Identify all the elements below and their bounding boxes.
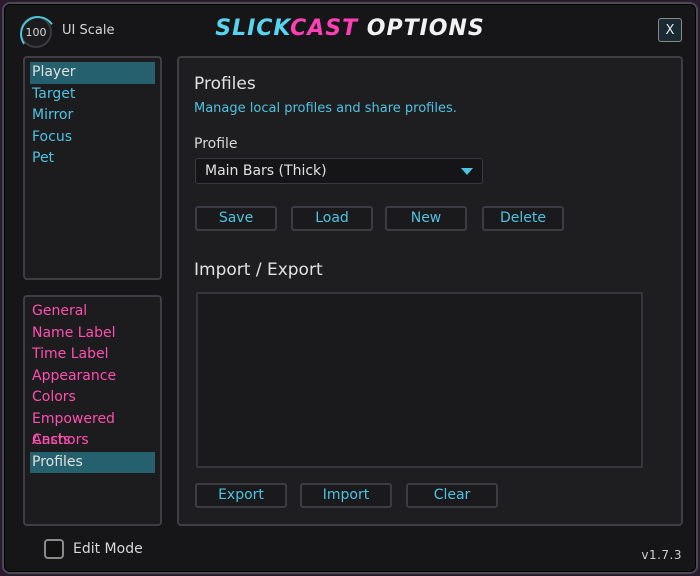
section-item-colors[interactable]: Colors — [30, 387, 155, 409]
section-item-empowered-casts[interactable]: Empowered Casts — [30, 409, 155, 448]
section-item-name-label[interactable]: Name Label — [30, 323, 155, 345]
edit-mode-checkbox[interactable] — [44, 539, 64, 559]
title-cast: CAST — [290, 16, 359, 41]
load-button[interactable]: Load — [291, 206, 373, 231]
edit-mode-toggle[interactable]: Edit Mode — [44, 539, 143, 559]
profile-selected-value: Main Bars (Thick) — [205, 163, 327, 179]
export-button[interactable]: Export — [195, 483, 287, 508]
profiles-description: Manage local profiles and share profiles… — [194, 101, 457, 116]
import-export-textarea[interactable] — [196, 292, 643, 468]
unit-item-mirror[interactable]: Mirror — [30, 105, 155, 127]
section-item-general[interactable]: General — [30, 301, 155, 323]
options-window: 100 UI Scale SLICKCAST OPTIONS X Player … — [2, 2, 698, 574]
chevron-down-icon — [461, 168, 473, 175]
title-slick: SLICK — [215, 16, 291, 41]
close-button[interactable]: X — [658, 18, 682, 42]
import-export-heading: Import / Export — [194, 260, 323, 280]
unit-list-panel: Player Target Mirror Focus Pet — [23, 56, 162, 280]
edit-mode-label: Edit Mode — [73, 541, 143, 557]
section-list-panel: General Name Label Time Label Appearance… — [23, 295, 162, 526]
section-item-time-label[interactable]: Time Label — [30, 344, 155, 366]
profiles-heading: Profiles — [194, 74, 256, 94]
section-item-appearance[interactable]: Appearance — [30, 366, 155, 388]
profiles-panel: Profiles Manage local profiles and share… — [177, 56, 683, 526]
import-button[interactable]: Import — [300, 483, 392, 508]
section-item-anchors[interactable]: Anchors — [30, 430, 155, 452]
unit-item-target[interactable]: Target — [30, 84, 155, 106]
section-item-profiles[interactable]: Profiles — [30, 451, 155, 473]
window-title: SLICKCAST OPTIONS — [4, 16, 696, 41]
profile-dropdown[interactable]: Main Bars (Thick) — [195, 158, 483, 184]
close-icon: X — [665, 22, 675, 38]
version-label: v1.7.3 — [641, 548, 682, 562]
unit-item-pet[interactable]: Pet — [30, 148, 155, 170]
clear-button[interactable]: Clear — [406, 483, 498, 508]
unit-item-player[interactable]: Player — [30, 62, 155, 84]
profile-label: Profile — [194, 136, 238, 152]
unit-item-focus[interactable]: Focus — [30, 127, 155, 149]
title-options: OPTIONS — [358, 16, 485, 41]
new-button[interactable]: New — [385, 206, 467, 231]
save-button[interactable]: Save — [195, 206, 277, 231]
delete-button[interactable]: Delete — [482, 206, 564, 231]
